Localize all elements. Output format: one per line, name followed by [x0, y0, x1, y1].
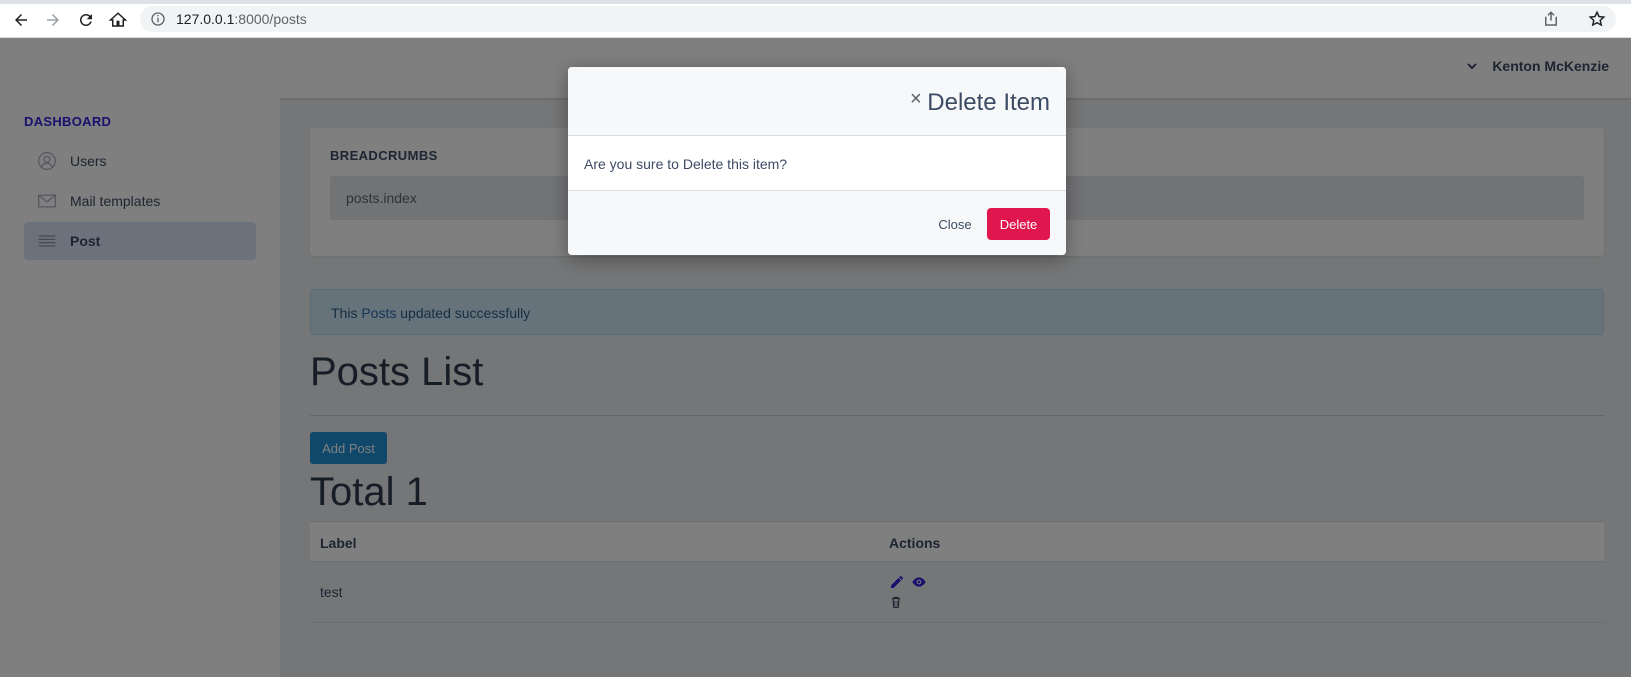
- reload-button[interactable]: [74, 8, 98, 32]
- reload-icon: [79, 13, 92, 26]
- home-icon: [109, 12, 127, 27]
- arrow-right-icon: [47, 14, 59, 26]
- share-icon[interactable]: [1542, 10, 1560, 28]
- arrow-left-icon: [15, 14, 27, 26]
- forward-button[interactable]: [41, 8, 65, 32]
- back-button[interactable]: [9, 8, 33, 32]
- delete-button[interactable]: Delete: [987, 208, 1050, 240]
- modal-header: × Delete Item: [568, 67, 1066, 136]
- modal-message: Are you sure to Delete this item?: [584, 156, 788, 172]
- home-button[interactable]: [106, 8, 130, 32]
- close-button[interactable]: Close: [930, 208, 980, 240]
- delete-modal: × Delete Item Are you sure to Delete thi…: [568, 67, 1066, 255]
- modal-title: Delete Item: [927, 89, 1050, 116]
- bookmark-star-icon[interactable]: [1588, 10, 1606, 28]
- browser-tab-strip: [0, 0, 1631, 4]
- info-icon[interactable]: [150, 11, 166, 27]
- modal-body: Are you sure to Delete this item?: [568, 136, 1066, 190]
- address-bar[interactable]: 127.0.0.1:8000/posts: [140, 6, 1616, 32]
- url-path: :8000/posts: [234, 11, 307, 27]
- browser-toolbar: 127.0.0.1:8000/posts: [0, 0, 1631, 38]
- url-text: 127.0.0.1:8000/posts: [176, 11, 307, 27]
- url-host: 127.0.0.1: [176, 11, 235, 27]
- close-icon[interactable]: ×: [910, 89, 922, 109]
- modal-footer: Close Delete: [568, 190, 1066, 255]
